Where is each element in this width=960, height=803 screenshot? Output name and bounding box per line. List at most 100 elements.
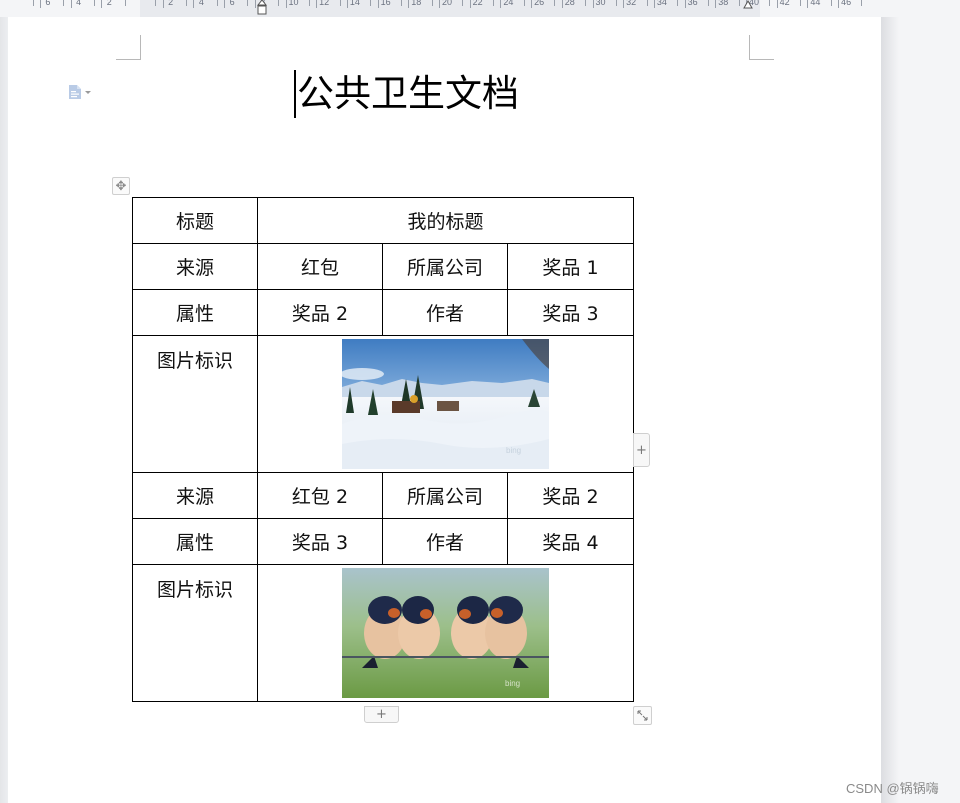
table-row: 属性 奖品 2 作者 奖品 3 <box>132 289 634 336</box>
table-cell[interactable]: 标题 <box>132 197 258 244</box>
ruler-minor-tick <box>738 0 740 6</box>
table-cell[interactable]: 奖品 4 <box>507 518 634 565</box>
ruler-tick <box>39 0 41 8</box>
ruler-tick <box>684 0 686 8</box>
table-resize-handle[interactable] <box>633 706 652 725</box>
ruler-tick <box>715 0 717 8</box>
ruler-label: 2 <box>168 0 174 7</box>
table-row: 属性 奖品 3 作者 奖品 4 <box>132 518 634 565</box>
ruler-minor-tick <box>339 0 341 6</box>
right-indent-marker[interactable] <box>743 0 753 10</box>
ruler-minor-tick <box>554 0 556 6</box>
ruler-tick <box>254 0 256 8</box>
ruler-label: 16 <box>380 0 391 7</box>
table-cell[interactable]: 奖品 2 <box>507 472 634 519</box>
bird <box>485 596 527 659</box>
ruler-label: 34 <box>656 0 667 7</box>
ruler-minor-tick <box>707 0 709 6</box>
margin-corner-top-right <box>749 35 774 60</box>
table-cell[interactable]: 奖品 3 <box>257 518 383 565</box>
plus-icon: + <box>376 707 387 722</box>
ruler-tick <box>285 0 287 8</box>
ruler-tick <box>838 0 840 8</box>
ruler-tick <box>592 0 594 8</box>
ruler-minor-tick <box>493 0 495 6</box>
ruler-minor-tick <box>93 0 95 6</box>
swallows-image[interactable]: bing <box>342 568 549 698</box>
table-cell[interactable]: 图片标识 <box>132 335 258 473</box>
table-row: 图片标识 bing <box>132 564 634 702</box>
ruler-label: 14 <box>349 0 360 7</box>
resize-icon <box>637 710 648 721</box>
ruler-tick <box>101 0 103 8</box>
left-indent-marker[interactable] <box>257 0 267 15</box>
ruler-tick <box>70 0 72 8</box>
table-cell[interactable]: 红包 <box>257 243 383 290</box>
ruler-label: 28 <box>564 0 575 7</box>
ruler-tick <box>653 0 655 8</box>
ruler-minor-tick <box>63 0 65 6</box>
table-cell[interactable]: 奖品 2 <box>257 289 383 336</box>
ruler-minor-tick <box>646 0 648 6</box>
add-row-button[interactable]: + <box>364 706 399 723</box>
ruler-tick <box>623 0 625 8</box>
ruler-minor-tick <box>370 0 372 6</box>
ruler-minor-tick <box>32 0 34 6</box>
chevron-down-icon <box>85 90 91 94</box>
table-cell[interactable]: 所属公司 <box>382 472 508 519</box>
ruler-label: 2 <box>106 0 112 7</box>
ruler-minor-tick <box>615 0 617 6</box>
plus-icon: + <box>636 442 647 458</box>
document-title[interactable]: 公共卫生文档 <box>297 69 519 119</box>
ruler-tick <box>531 0 533 8</box>
table-cell[interactable]: 图片标识 <box>132 564 258 702</box>
table-cell[interactable]: 来源 <box>132 243 258 290</box>
ruler-label: 44 <box>810 0 821 7</box>
image-cell[interactable]: bing <box>257 335 634 473</box>
snow-sleigh-image[interactable]: bing <box>342 339 549 469</box>
ruler-label: 36 <box>687 0 698 7</box>
ruler-label: 32 <box>626 0 637 7</box>
table-cell[interactable]: 奖品 1 <box>507 243 634 290</box>
ruler-minor-tick <box>769 0 771 6</box>
table-cell[interactable]: 来源 <box>132 472 258 519</box>
ruler-tick <box>561 0 563 8</box>
ruler-tick <box>193 0 195 8</box>
ruler-label: 4 <box>76 0 82 7</box>
table-move-handle[interactable]: ✥ <box>112 177 130 195</box>
table-cell[interactable]: 我的标题 <box>257 197 634 244</box>
ruler-minor-tick <box>523 0 525 6</box>
ruler-label: 4 <box>198 0 204 7</box>
image-cell[interactable]: bing <box>257 564 634 702</box>
ruler-minor-tick <box>155 0 157 6</box>
bing-watermark: bing <box>506 446 521 455</box>
ruler-label: 26 <box>534 0 545 7</box>
text-cursor <box>294 70 296 118</box>
ruler-label: 30 <box>595 0 606 7</box>
info-table[interactable]: 标题 我的标题 来源 红包 所属公司 奖品 1 属性 奖品 2 作者 奖品 3 … <box>132 197 634 702</box>
table-cell[interactable]: 属性 <box>132 289 258 336</box>
ruler-label: 10 <box>288 0 299 7</box>
ruler-label: 6 <box>229 0 235 7</box>
page-shadow-right <box>881 17 899 803</box>
ruler-label: 42 <box>779 0 790 7</box>
table-cell[interactable]: 作者 <box>382 289 508 336</box>
ruler-label: 24 <box>503 0 514 7</box>
ruler-minor-tick <box>308 0 310 6</box>
ruler-minor-tick <box>247 0 249 6</box>
table-cell[interactable]: 红包 2 <box>257 472 383 519</box>
ruler-tick <box>807 0 809 8</box>
table-cell[interactable]: 属性 <box>132 518 258 565</box>
table-cell[interactable]: 奖品 3 <box>507 289 634 336</box>
table-cell[interactable]: 作者 <box>382 518 508 565</box>
ruler-tick <box>408 0 410 8</box>
paragraph-layout-button[interactable] <box>68 84 98 100</box>
ruler-tick <box>500 0 502 8</box>
ruler-tick <box>776 0 778 8</box>
ruler-minor-tick <box>400 0 402 6</box>
table-row: 图片标识 bing <box>132 335 634 473</box>
margin-corner-top-left <box>116 35 141 60</box>
horizontal-ruler[interactable]: 6422468101214161820222426283032343638404… <box>0 0 960 17</box>
table-cell[interactable]: 所属公司 <box>382 243 508 290</box>
add-column-button[interactable]: + <box>633 433 650 467</box>
